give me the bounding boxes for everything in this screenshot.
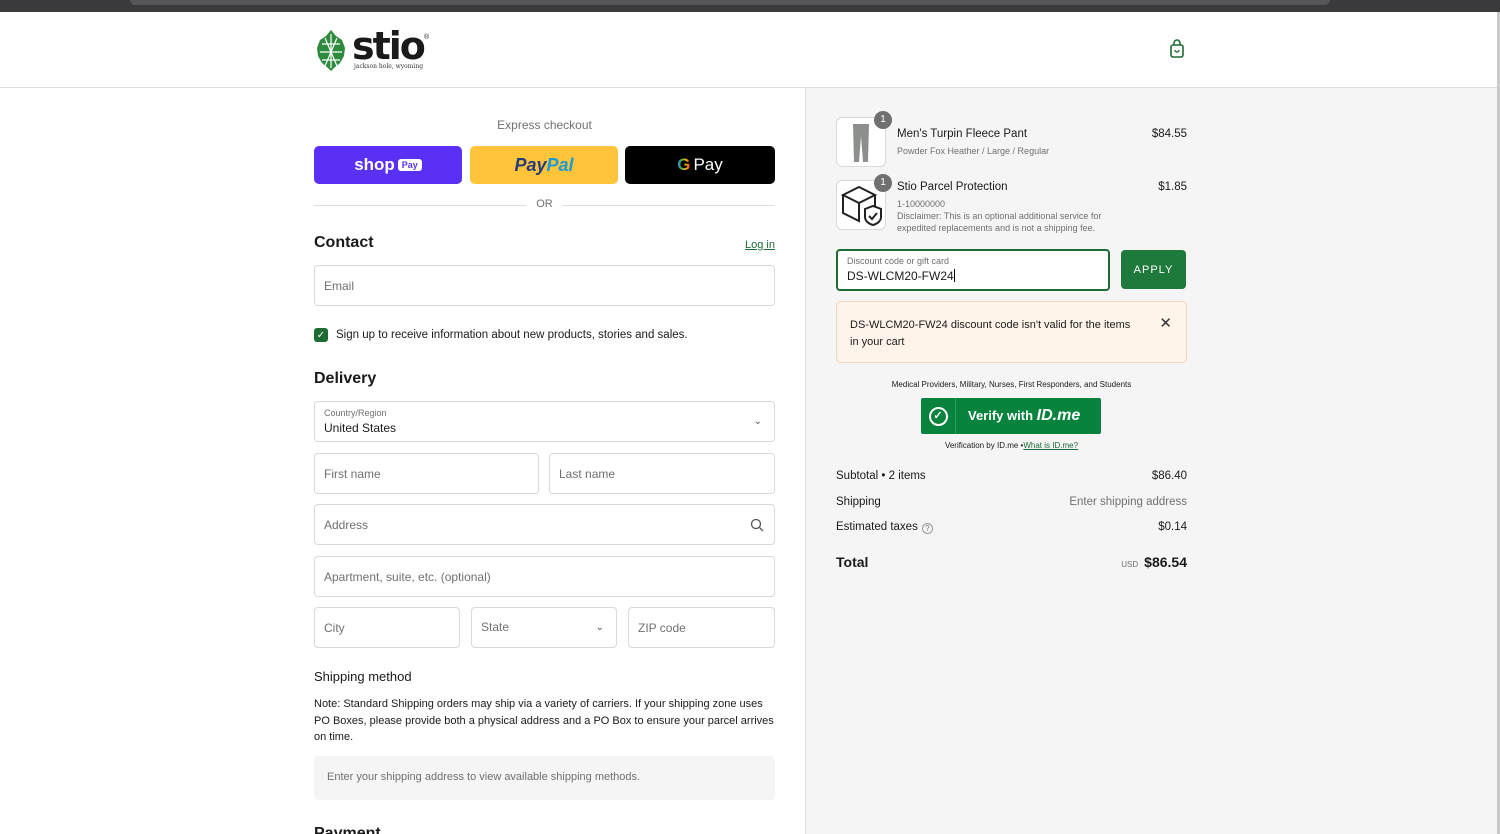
pinecone-icon [317,30,345,71]
city-field[interactable]: City [314,607,460,648]
site-header: stio ® jackson hole, wyoming [0,12,1500,88]
currency-code: USD [1121,560,1139,569]
taxes-label: Estimated taxes [836,521,918,533]
item-disclaimer: expedited replacements and is not a ship… [897,223,1096,233]
discount-error-message: DS-WLCM20-FW24 discount code isn't valid… [850,319,1131,348]
what-is-idme-link[interactable]: What is ID.me? [1023,441,1078,450]
taxes-value: $0.14 [1158,521,1187,533]
address-field[interactable]: Address [314,504,775,545]
chevron-down-icon: ⌄ [753,416,762,427]
country-label: Country/Region [324,408,387,418]
close-icon[interactable]: ✕ [1159,314,1172,332]
newsletter-row: ✓ Sign up to receive information about n… [314,328,688,342]
divider-line [563,205,775,206]
shop-pay-badge: Pay [397,159,422,171]
paypal-label-2: Pal [546,154,574,175]
discount-value-text: DS-WLCM20-FW24 [847,269,954,283]
idme-prefix: Verify with [968,408,1034,423]
browser-address-pill [130,0,1330,5]
payment-heading: Payment [314,825,381,834]
subtotal-row: Subtotal • 2 items $86.40 [836,470,1187,482]
shopping-bag-icon[interactable] [1168,39,1186,59]
shop-pay-label: shop [354,155,395,174]
browser-top-bar [0,0,1500,12]
shipping-method-heading: Shipping method [314,669,412,684]
idme-footer-text: Verification by ID.me • [944,441,1024,450]
total-label: Total [836,554,869,570]
shop-pay-button[interactable]: shop Pay [314,146,462,184]
shipping-value: Enter shipping address [1069,496,1187,508]
registered-mark: ® [424,34,430,41]
total-amount: USD $86.54 [1121,554,1187,572]
item-name: Stio Parcel Protection [897,181,1008,193]
apartment-field[interactable]: Apartment, suite, etc. (optional) [314,556,775,597]
log-in-link[interactable]: Log in [745,239,775,251]
idme-footer: Verification by ID.me •What is ID.me? [836,441,1187,450]
google-g-icon: G [677,155,691,174]
shipping-row: Shipping Enter shipping address [836,496,1187,508]
contact-heading: Contact [314,234,374,251]
brand-tagline: jackson hole, wyoming [354,63,424,70]
zip-placeholder: ZIP code [638,621,686,635]
total-row: Total USD $86.54 [836,554,1187,572]
first-name-placeholder: First name [324,467,381,481]
apartment-placeholder: Apartment, suite, etc. (optional) [324,570,491,584]
paypal-button[interactable]: Pay Pal [470,146,618,184]
express-checkout-title: Express checkout [497,118,592,132]
item-price: $1.85 [1158,181,1187,193]
first-name-field[interactable]: First name [314,453,539,494]
zip-field[interactable]: ZIP code [628,607,775,648]
search-icon [750,518,764,532]
discount-code-field[interactable]: Discount code or gift card DS-WLCM20-FW2… [836,249,1110,291]
email-placeholder: Email [324,279,355,293]
shipping-methods-placeholder: Enter your shipping address to view avai… [314,756,775,800]
quantity-badge: 1 [874,174,892,192]
idme-check-icon: ✓ [921,398,956,434]
total-value: $86.54 [1144,554,1187,570]
discount-label: Discount code or gift card [847,256,950,266]
chevron-down-icon: ⌄ [595,622,604,633]
question-mark-icon[interactable]: ? [921,523,933,534]
idme-button-label: Verify with ID.me [968,407,1080,425]
last-name-field[interactable]: Last name [549,453,775,494]
item-variant: 1-10000000 [897,199,946,209]
google-pay-button[interactable]: G Pay [625,146,775,184]
newsletter-label: Sign up to receive information about new… [336,329,688,341]
delivery-heading: Delivery [314,370,377,387]
stio-logo[interactable]: stio ® jackson hole, wyoming [314,24,434,74]
shipping-label: Shipping [836,496,881,508]
taxes-row: Estimated taxes? $0.14 [836,521,1187,534]
apply-button[interactable]: APPLY [1121,250,1186,289]
verify-with-idme-button[interactable]: ✓ Verify with ID.me [921,398,1101,434]
email-field[interactable]: Email [314,265,775,306]
paypal-label-1: Pay [514,154,547,175]
item-price: $84.55 [1151,128,1187,140]
idme-brand: ID.me [1036,407,1081,424]
discount-value: DS-WLCM20-FW24 [847,269,955,283]
discount-error-banner: DS-WLCM20-FW24 discount code isn't valid… [836,301,1187,363]
subtotal-label: Subtotal • 2 items [836,470,926,482]
or-text: OR [536,198,553,210]
shipping-placeholder-text: Enter your shipping address to view avai… [327,771,641,783]
idme-eligibility-text: Medical Providers, Military, Nurses, Fir… [891,380,1132,389]
newsletter-checkbox[interactable]: ✓ [314,328,328,342]
state-placeholder: State [481,620,510,634]
item-variant: Powder Fox Heather / Large / Regular [897,146,1050,156]
address-placeholder: Address [324,518,369,532]
state-select[interactable]: State ⌄ [471,607,617,648]
text-caret [953,269,955,282]
city-placeholder: City [324,621,345,635]
subtotal-value: $86.40 [1151,470,1187,482]
quantity-badge: 1 [874,111,892,129]
country-select[interactable]: Country/Region United States ⌄ [314,401,775,442]
google-pay-label: Pay [693,155,723,174]
country-value: United States [324,421,397,435]
shipping-note: Note: Standard Shipping orders may ship … [314,698,774,743]
brand-wordmark: stio [352,24,426,68]
last-name-placeholder: Last name [559,467,616,481]
item-disclaimer: Disclaimer: This is an optional addition… [897,211,1102,221]
item-name: Men's Turpin Fleece Pant [897,128,1028,140]
or-divider: OR [314,198,775,212]
